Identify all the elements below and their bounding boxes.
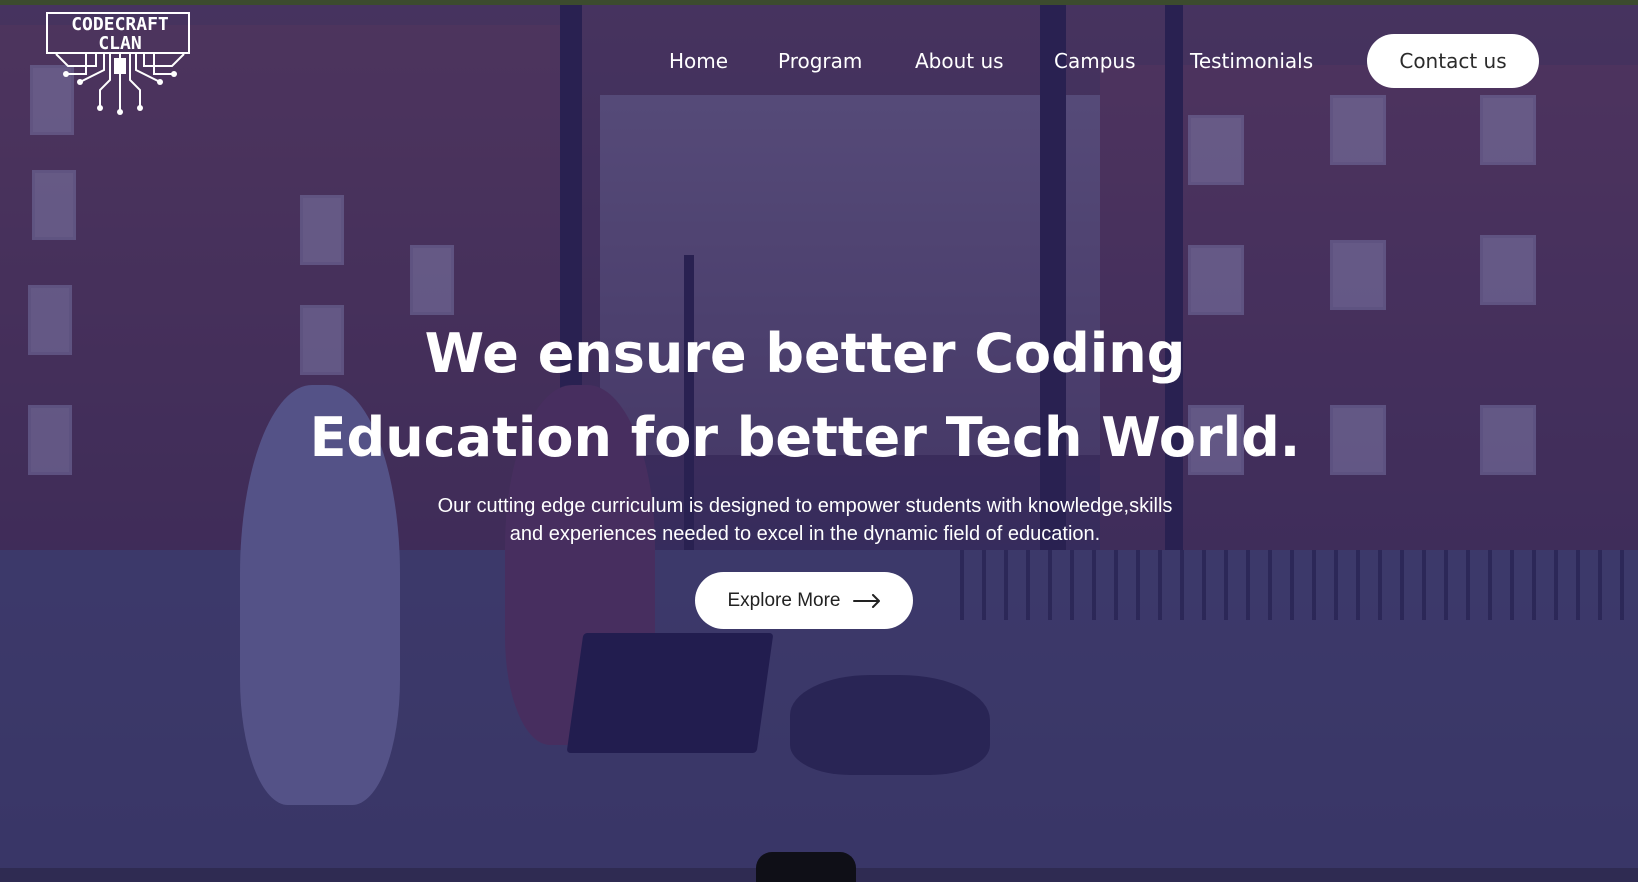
explore-more-button[interactable]: Explore More [695,572,913,629]
nav-campus[interactable]: Campus [1054,48,1136,74]
arrow-right-icon [852,593,880,608]
nav-home[interactable]: Home [669,48,728,74]
hero-title: We ensure better Coding Education for be… [300,312,1310,480]
hero-subtitle: Our cutting edge curriculum is designed … [360,492,1250,548]
circuit-icon [55,53,185,115]
nav-program[interactable]: Program [778,48,862,74]
hero-subtitle-line1: Our cutting edge curriculum is designed … [437,495,1173,517]
contact-us-button[interactable]: Contact us [1367,34,1539,88]
logo-text-line1: CODECRAFT [71,14,169,35]
scroll-tab[interactable] [756,852,856,882]
hero-title-line2: Education for better Tech World. [309,406,1301,469]
explore-more-label: Explore More [727,589,841,611]
hero-title-line1: We ensure better Coding [424,322,1186,385]
hero-subtitle-line2: and experiences needed to excel in the d… [509,523,1101,545]
brand-logo[interactable]: CODECRAFT CLAN [46,12,194,115]
logo-frame: CODECRAFT CLAN [46,12,190,54]
nav-testimonials[interactable]: Testimonials [1190,48,1313,74]
nav-about-us[interactable]: About us [915,48,1004,74]
